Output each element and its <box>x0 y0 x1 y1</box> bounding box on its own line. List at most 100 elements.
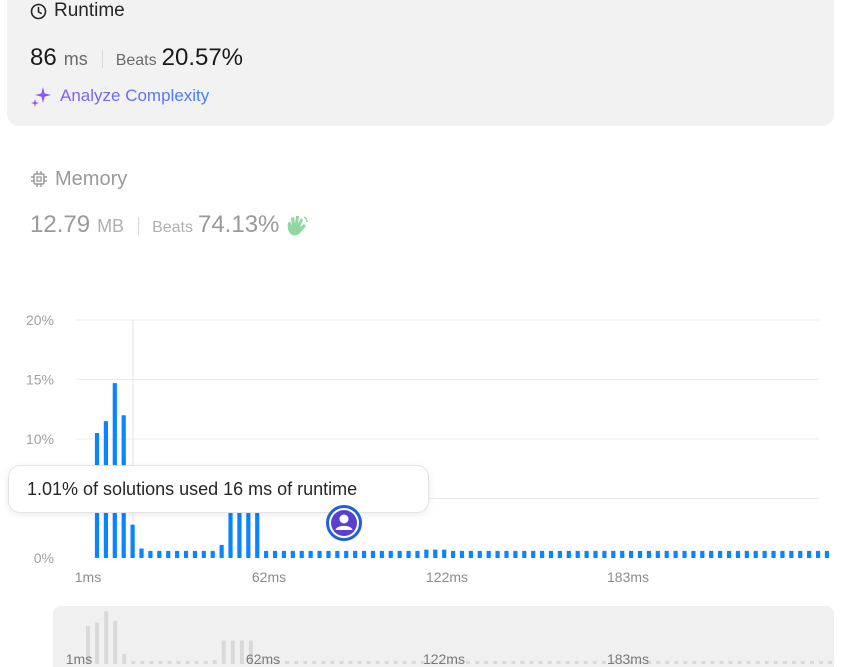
chart-bar[interactable] <box>397 550 402 558</box>
navigator-bar <box>601 661 606 664</box>
chart-bar[interactable] <box>201 550 206 558</box>
divider <box>138 217 140 235</box>
chart-bar[interactable] <box>673 550 678 558</box>
chart-bar[interactable] <box>442 549 447 558</box>
chart-bar[interactable] <box>219 544 224 558</box>
chart-bar[interactable] <box>379 550 384 558</box>
x-tick-label: 122ms <box>426 569 468 585</box>
chart-bar[interactable] <box>593 550 598 558</box>
chart-bar[interactable] <box>308 550 313 558</box>
chart-bar[interactable] <box>629 550 634 558</box>
chart-bar[interactable] <box>424 549 429 558</box>
chart-bar[interactable] <box>620 550 625 558</box>
chart-bar[interactable] <box>166 550 171 558</box>
chart-bar[interactable] <box>388 550 393 558</box>
chart-bar[interactable] <box>157 550 162 558</box>
analyze-complexity-link[interactable]: Analyze Complexity <box>30 85 209 107</box>
chart-bar[interactable] <box>335 550 340 558</box>
navigator-bar <box>122 653 127 664</box>
chart-bar[interactable] <box>139 548 144 558</box>
chart-bar[interactable] <box>290 550 295 558</box>
navigator-bar <box>239 640 244 664</box>
chart-bar[interactable] <box>557 550 562 558</box>
navigator-chart[interactable]: 1ms 62ms 122ms 183ms <box>0 600 841 667</box>
navigator-bar <box>511 661 516 664</box>
navigator-bar <box>773 661 778 664</box>
chart-bar[interactable] <box>299 550 304 558</box>
chart-bar[interactable] <box>646 550 652 558</box>
chart-bar[interactable] <box>753 550 758 558</box>
chart-bar[interactable] <box>415 550 420 558</box>
chart-bar[interactable] <box>726 550 732 558</box>
memory-header[interactable]: Memory <box>30 166 127 192</box>
chart-bar[interactable] <box>326 550 331 558</box>
chart-bar[interactable] <box>281 550 287 558</box>
chart-bar[interactable] <box>531 550 536 558</box>
chart-bar[interactable] <box>771 550 776 558</box>
chart-bar[interactable] <box>433 549 438 558</box>
navigator-x-tick-label: 62ms <box>246 651 280 667</box>
navigator-bar <box>809 661 814 664</box>
chart-bar[interactable] <box>468 550 473 558</box>
chart-bar[interactable] <box>744 550 749 558</box>
chart-bar[interactable] <box>584 550 589 558</box>
chart-bar[interactable] <box>548 550 554 558</box>
chart-bar[interactable] <box>148 550 153 558</box>
chart-bar[interactable] <box>691 550 696 558</box>
navigator-bar <box>411 661 416 664</box>
memory-beats-label: Beats <box>152 219 193 236</box>
chart-bar[interactable] <box>272 550 278 558</box>
chart-bar[interactable] <box>361 550 367 558</box>
chart-bar[interactable] <box>459 550 465 558</box>
chart-bar[interactable] <box>682 550 687 558</box>
navigator-bar <box>357 661 362 664</box>
chart-bar[interactable] <box>264 550 269 558</box>
chart-bar[interactable] <box>762 550 767 558</box>
chart-bar[interactable] <box>824 550 830 558</box>
chart-bar[interactable] <box>815 550 821 558</box>
chart-bar[interactable] <box>406 550 411 558</box>
chart-bar[interactable] <box>798 550 803 558</box>
chart-bar[interactable] <box>780 550 785 558</box>
chart-bar[interactable] <box>486 550 491 558</box>
chart-bar[interactable] <box>522 550 527 558</box>
chart-bar[interactable] <box>602 550 607 558</box>
chart-bar[interactable] <box>210 550 215 558</box>
chart-bar[interactable] <box>611 550 616 558</box>
chart-bar[interactable] <box>566 550 571 558</box>
chart-bar[interactable] <box>495 550 500 558</box>
navigator-bar <box>330 661 335 664</box>
chart-bar[interactable] <box>700 550 705 558</box>
chart-bar[interactable] <box>130 524 135 558</box>
chart-bar[interactable] <box>353 550 358 558</box>
navigator-bar <box>755 661 760 664</box>
chart-bar[interactable] <box>718 550 723 558</box>
chart-bar[interactable] <box>317 550 322 558</box>
navigator-bar <box>203 661 208 664</box>
chart-bar[interactable] <box>183 550 189 558</box>
chart-bar[interactable] <box>192 550 198 558</box>
submission-detail-panel: Runtime 86 ms Beats 20.57% Analyze Compl… <box>0 0 841 667</box>
chart-bar[interactable] <box>539 550 545 558</box>
navigator-bar <box>294 661 299 664</box>
runtime-distribution-chart[interactable]: 0%5%10%15%20% 1ms62ms122ms183ms <box>0 300 841 590</box>
chart-bar[interactable] <box>735 550 741 558</box>
chart-tooltip: 1.01% of solutions used 16 ms of runtime <box>8 465 429 513</box>
chart-bar[interactable] <box>477 550 482 558</box>
navigator-bar <box>493 661 498 664</box>
user-avatar-marker[interactable] <box>326 505 362 541</box>
chart-bar[interactable] <box>807 550 812 558</box>
chart-bar[interactable] <box>450 550 456 558</box>
chart-bar[interactable] <box>513 550 518 558</box>
chart-bar[interactable] <box>637 550 643 558</box>
analyze-complexity-label: Analyze Complexity <box>60 86 210 105</box>
chart-bar[interactable] <box>175 550 180 558</box>
chart-bar[interactable] <box>504 550 509 558</box>
chart-bar[interactable] <box>575 550 580 558</box>
chart-bar[interactable] <box>344 550 349 558</box>
chart-bar[interactable] <box>789 550 794 558</box>
chart-bar[interactable] <box>655 550 660 558</box>
chart-bar[interactable] <box>370 550 376 558</box>
chart-bar[interactable] <box>709 550 714 558</box>
chart-bar[interactable] <box>664 550 669 558</box>
